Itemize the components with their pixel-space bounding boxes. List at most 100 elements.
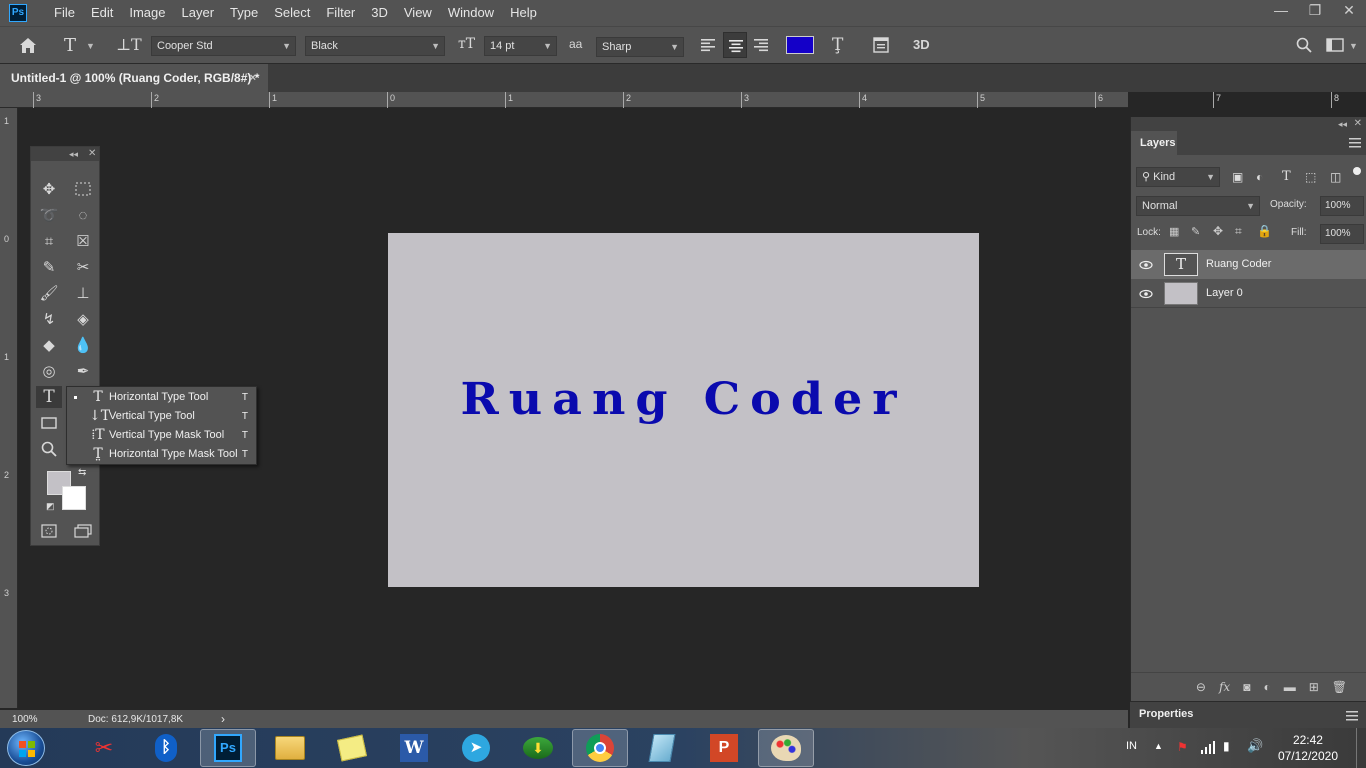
new-layer-icon[interactable]: ⊞ [1309,680,1319,694]
lock-all-icon[interactable]: 🔒 [1257,224,1272,238]
crop-tool-icon[interactable]: ⌗ [36,230,62,252]
new-group-icon[interactable]: ▬ [1284,680,1296,694]
taskbar-chrome[interactable] [572,729,628,767]
language-indicator[interactable]: IN [1126,740,1137,752]
taskbar-powerpoint[interactable]: P [696,729,752,767]
volume-icon[interactable]: 🔊 [1247,738,1263,754]
font-style-select[interactable]: Black ▼ [305,36,445,56]
flyout-item[interactable]: ⁞T Vertical Type Mask Tool T [67,426,256,445]
action-center-icon[interactable]: ⚑ [1177,740,1188,754]
layer-row[interactable]: T Ruang Coder [1131,250,1366,279]
fill-input[interactable]: 100% [1320,224,1364,244]
align-center-button[interactable] [723,32,747,58]
align-right-icon[interactable] [753,38,769,52]
menu-layer[interactable]: Layer [174,0,223,26]
type-tool-preset-icon[interactable]: T [64,35,76,56]
add-mask-icon[interactable]: ◙ [1243,680,1250,694]
panel-menu-icon[interactable] [1349,138,1361,148]
lock-transparency-icon[interactable]: ▦ [1169,225,1179,238]
text-color-swatch[interactable] [786,36,814,54]
fx-icon[interactable]: fx [1219,680,1230,694]
eye-icon[interactable] [1139,258,1153,272]
flyout-item[interactable]: T Horizontal Type Tool T [67,388,256,407]
align-left-icon[interactable] [700,38,716,52]
delete-layer-icon[interactable]: 🗑 [1332,680,1347,694]
warp-text-icon[interactable]: Ţ [832,35,843,55]
filter-toggle-icon[interactable] [1353,167,1361,175]
3d-button[interactable]: 3D [913,37,930,52]
close-panel-icon[interactable]: ✕ [1354,117,1362,131]
antialias-select[interactable]: Sharp ▼ [596,37,684,57]
zoom-level[interactable]: 100% [12,714,38,725]
smart-object-filter-icon[interactable]: ◫ [1330,170,1341,184]
quick-selection-tool-icon[interactable]: ◌ [70,204,96,226]
start-button[interactable] [7,730,45,766]
layer-filter-select[interactable]: ⚲ Kind ▼ [1136,167,1220,187]
network-signal-icon[interactable] [1200,740,1216,754]
patch-tool-icon[interactable]: ✂ [70,256,96,278]
workspace-chevron-down-icon[interactable]: ▼ [1349,41,1358,51]
show-hidden-icons-icon[interactable]: ▲ [1154,741,1163,751]
menu-filter[interactable]: Filter [318,0,363,26]
preset-chevron-down-icon[interactable]: ▼ [86,41,95,51]
menu-view[interactable]: View [396,0,440,26]
menu-edit[interactable]: Edit [83,0,121,26]
dodge-tool-icon[interactable]: ◎ [36,360,62,382]
battery-icon[interactable]: ▮ [1223,739,1230,753]
system-clock[interactable]: 22:42 07/12/2020 [1278,732,1338,764]
pen-tool-icon[interactable]: ✒ [70,360,96,382]
screen-mode-icon[interactable] [70,520,96,542]
panel-menu-icon[interactable] [1346,711,1358,721]
zoom-tool-icon[interactable] [36,438,62,460]
search-icon[interactable] [1296,37,1312,53]
shape-filter-icon[interactable]: ⬚ [1305,170,1316,184]
close-panel-icon[interactable]: ✕ [88,147,96,161]
link-layers-icon[interactable]: ⊖ [1196,680,1206,694]
menu-type[interactable]: Type [222,0,266,26]
flyout-item[interactable]: ↓T Vertical Type Tool T [67,407,256,426]
taskbar-word[interactable]: W [386,729,442,767]
tab-properties[interactable]: Properties [1139,708,1193,720]
menu-file[interactable]: File [46,0,83,26]
pixel-filter-icon[interactable]: ▣ [1232,170,1243,184]
restore-button[interactable]: ❐ [1298,0,1332,22]
status-menu-arrow[interactable]: › [221,712,225,726]
close-button[interactable]: ✕ [1332,0,1366,22]
rectangle-tool-icon[interactable] [36,412,62,434]
collapse-icon[interactable]: ◂◂ [1338,117,1347,131]
opacity-input[interactable]: 100% [1320,196,1364,216]
lock-artboard-icon[interactable]: ⌗ [1235,224,1242,239]
background-color-swatch[interactable] [62,486,86,510]
paint-bucket-tool-icon[interactable]: ◆ [36,334,62,356]
swap-colors-icon[interactable]: ⇆ [78,467,86,478]
home-icon[interactable] [18,36,38,54]
type-tool-icon[interactable]: T [36,386,62,408]
canvas-text-layer[interactable]: Ruang Coder [388,372,979,425]
taskbar-snipping-tool[interactable]: ✂ [76,729,132,767]
font-size-select[interactable]: 14 pt ▼ [484,36,557,56]
eyedropper-tool-icon[interactable]: ✎ [36,256,62,278]
font-family-select[interactable]: Cooper Std ▼ [151,36,296,56]
show-desktop-button[interactable] [1356,728,1366,768]
adjustment-filter-icon[interactable]: ◐ [1256,170,1263,184]
lock-pixels-icon[interactable]: ✎ [1191,225,1200,238]
close-tab-icon[interactable]: × [250,64,256,92]
taskbar-sticky-notes[interactable] [324,729,380,767]
taskbar-notepad[interactable] [634,729,690,767]
adjustment-layer-icon[interactable]: ◐ [1263,680,1270,694]
eraser-tool-icon[interactable]: ◈ [70,308,96,330]
minimize-button[interactable]: — [1264,0,1298,22]
clone-stamp-tool-icon[interactable]: ⊥ [70,282,96,304]
lock-position-icon[interactable]: ✥ [1213,224,1223,238]
lasso-tool-icon[interactable]: ➰ [36,204,62,226]
character-panel-icon[interactable] [873,37,889,53]
taskbar-telegram[interactable]: ➤ [448,729,504,767]
history-brush-tool-icon[interactable]: ↯ [36,308,62,330]
collapse-icon[interactable]: ◂◂ [69,147,78,161]
move-tool-icon[interactable]: ✥ [36,178,62,200]
menu-select[interactable]: Select [266,0,318,26]
layer-row[interactable]: Layer 0 [1131,279,1366,308]
document-tab[interactable]: Untitled-1 @ 100% (Ruang Coder, RGB/8#) … [0,64,268,92]
brush-tool-icon[interactable]: 🖌 [36,282,62,304]
taskbar-paint[interactable] [758,729,814,767]
